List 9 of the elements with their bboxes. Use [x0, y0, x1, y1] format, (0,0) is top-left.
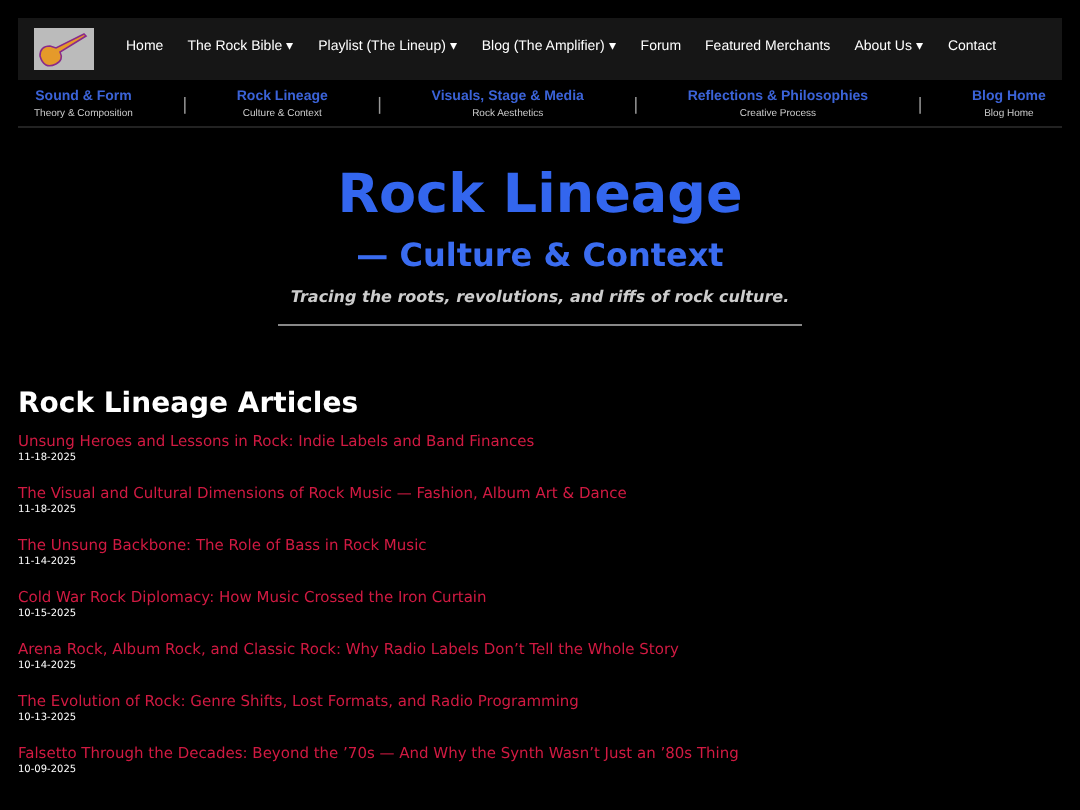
tagline: Tracing the roots, revolutions, and riffs of rock culture. — [290, 286, 790, 310]
separator: | — [182, 91, 188, 118]
page-title: Rock Lineage — [337, 162, 743, 230]
separator: | — [377, 91, 383, 118]
page-subtitle: — Culture & Context — [356, 234, 724, 278]
section-heading: Rock Lineage Articles — [18, 386, 361, 422]
separator: | — [917, 91, 923, 118]
separator: | — [633, 91, 639, 118]
guitar-logo-icon[interactable] — [34, 28, 94, 70]
